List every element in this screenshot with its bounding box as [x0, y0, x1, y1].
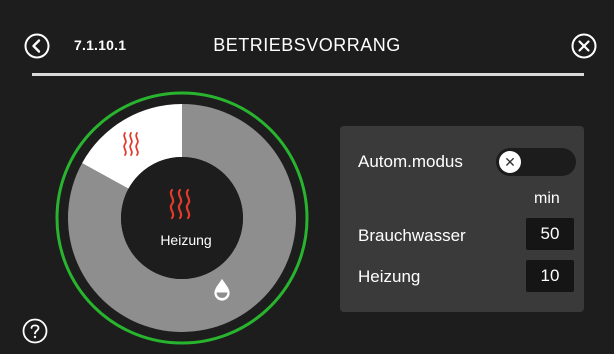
- help-icon[interactable]: [22, 318, 48, 344]
- heating-value-field[interactable]: 10: [526, 260, 574, 292]
- header-bar: 7.1.10.1 BETRIEBSVORRANG: [0, 0, 614, 76]
- close-icon[interactable]: [571, 33, 597, 59]
- settings-panel: Autom.modus ✕ min Brauchwasser 50 Heizun…: [340, 126, 584, 312]
- toggle-off-icon: ✕: [499, 151, 521, 173]
- priority-dial[interactable]: [54, 90, 310, 346]
- heating-label: Heizung: [358, 267, 421, 286]
- auto-mode-label: Autom.modus: [358, 152, 463, 171]
- header-divider: [32, 73, 584, 76]
- hot-water-value-field[interactable]: 50: [526, 218, 574, 250]
- hot-water-label: Brauchwasser: [358, 226, 466, 245]
- dial-center-label: Heizung: [160, 232, 212, 248]
- dial-center: [121, 157, 243, 279]
- auto-mode-toggle[interactable]: ✕: [496, 148, 576, 176]
- page-title: BETRIEBSVORRANG: [213, 35, 401, 55]
- unit-label: min: [534, 190, 560, 207]
